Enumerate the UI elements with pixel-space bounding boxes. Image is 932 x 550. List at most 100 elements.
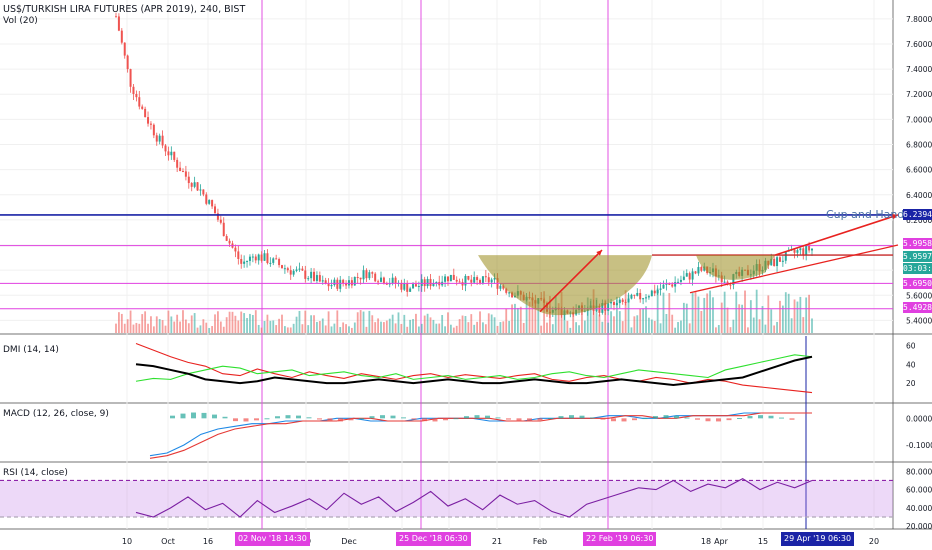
dmi-label: DMI (14, 14) [3,345,59,355]
volume-bar [249,313,251,333]
volume-bar [680,320,682,333]
candle-body [414,284,417,287]
candle-body [647,296,650,298]
volume-bar [467,322,470,333]
macd-histogram-bar [453,418,459,420]
volume-bar [752,317,755,333]
candle-body [796,250,799,253]
candle-body [359,277,362,280]
volume-bar [318,320,321,333]
volume-bar [202,319,205,333]
x-tick-label: 15 [758,537,768,546]
candle-body [263,253,266,261]
macd-histogram-bar [789,418,795,420]
candle-body [184,171,187,177]
y-tick-label: 20.0000 [906,522,932,531]
volume-bar [758,319,761,333]
macd-histogram-bar [632,418,637,421]
macd-histogram-bar [432,418,438,422]
candle-body [371,272,374,274]
volume-bar [487,313,490,333]
volume-bar [301,324,304,333]
volume-bar [546,322,548,333]
volume-bar [199,325,202,333]
volume-bar [621,321,624,333]
macd-histogram-bar [495,417,501,419]
volume-bar [781,305,784,333]
volume-bar [286,327,289,333]
volume-bar [423,315,426,333]
volume-bar [729,327,732,333]
macd-histogram-bar [674,415,679,419]
candle-body [248,256,251,261]
volume-bar [514,303,516,333]
macd-histogram-bar [485,415,490,419]
candle-body [350,280,353,286]
volume-bar [289,327,292,333]
candle-body [161,135,164,146]
volume-bar [304,310,307,333]
volume-bar [380,321,382,333]
macd-histogram-bar [684,417,690,419]
x-tick-label: Apr [714,537,729,546]
volume-bar [298,310,301,333]
macd-histogram-bar [527,418,532,422]
candle-body [141,106,144,109]
volume-bar [170,316,173,333]
candle-body [778,257,781,262]
volume-bar [211,326,214,333]
volume-bar [811,318,813,333]
volume-bar [452,327,455,333]
countdown-tag: 03:03:50 [903,263,932,274]
chart-canvas[interactable]: 10Oct16Nov19Dec921Feb18Apr15205.40005.60… [0,0,932,550]
price-tag-5-4928: 5.4928 [903,302,932,313]
volume-bar [120,313,123,333]
volume-bar [266,314,269,333]
candle-body [292,270,295,275]
volume-bar [327,311,330,333]
volume-bar [479,311,481,333]
volume-bar [147,323,149,333]
candle-body [336,279,339,289]
macd-histogram-bar [779,417,784,419]
candle-body [234,247,237,252]
macd-histogram-bar [243,418,249,422]
volume-bar [426,313,429,333]
macd-histogram-bar [180,413,186,419]
volume-bar [639,308,642,333]
volume-bar [671,314,674,333]
candle-body [618,299,621,304]
volume-bar [118,312,120,333]
macd-histogram-bar [317,418,322,420]
candle-body [117,16,120,31]
volume-bar [490,314,493,333]
macd-histogram-bar [191,412,196,419]
candle-body [275,258,278,260]
candle-body [155,135,158,142]
candle-body [193,182,196,187]
candle-body [123,42,126,56]
volume-bar [458,319,461,333]
macd-histogram-bar [768,415,774,419]
price-tag-5-9958: 5.9958 [903,238,932,249]
date-tag-dec: 25 Dec '18 06:30 [396,532,471,546]
volume-bar [135,322,138,333]
volume-bar [155,316,158,333]
x-tick-label: 21 [492,537,502,546]
volume-bar [607,322,610,333]
y-tick-label: 60.0000 [906,486,932,495]
volume-bar [624,290,627,333]
volume-bar [123,323,126,333]
volume-bar [179,321,181,333]
volume-bar [583,320,586,333]
volume-bar [668,293,671,333]
volume-bar [694,291,697,333]
volume-bar [272,320,275,333]
candle-body [403,283,406,290]
volume-bar [222,326,225,333]
candle-body [132,86,135,94]
candle-body [211,200,214,207]
volume-bar [339,327,342,333]
macd-histogram-bar [212,414,217,419]
volume-bar [275,325,278,333]
